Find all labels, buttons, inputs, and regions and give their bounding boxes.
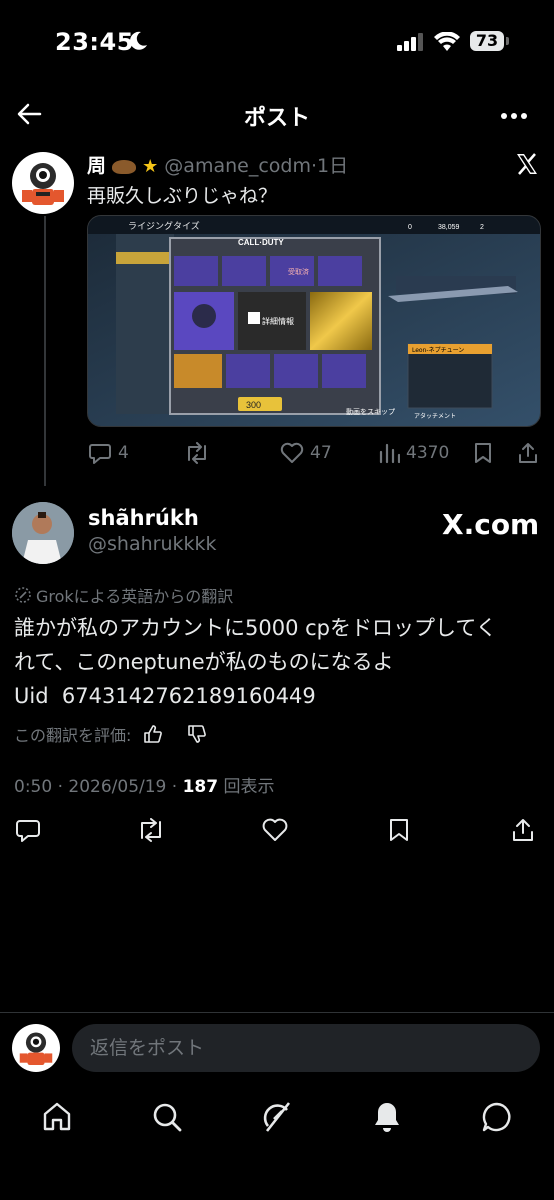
tweet-media-image[interactable]: 300 ライジングタイズ CALL·DUTY 詳細情報 受取済 動画をスキップ … (87, 215, 541, 427)
views-icon (379, 443, 400, 464)
home-icon[interactable] (40, 1100, 74, 1134)
medal-emoji-icon: ★ (142, 156, 159, 177)
notifications-icon[interactable] (370, 1100, 404, 1134)
repost-icon (188, 442, 206, 464)
bookmark-icon[interactable] (473, 442, 493, 464)
game-logo: CALL·DUTY (238, 238, 284, 247)
grok-note-text: Grokによる英語からの翻訳 (36, 587, 234, 606)
claimed-label: 受取済 (288, 267, 309, 276)
battery-tip (506, 37, 509, 45)
post-text-line-3: Uid 6743142762189160449 (14, 684, 316, 708)
site-label[interactable]: X.com (442, 508, 539, 541)
hedgehog-emoji-icon (112, 159, 137, 174)
avatar[interactable] (12, 502, 74, 564)
reply-button[interactable]: 4 (88, 440, 129, 466)
more-icon[interactable] (500, 112, 528, 120)
avatar-robot-image (22, 163, 64, 205)
post-meta: 0:50 · 2026/05/19 · 187 回表示 (14, 772, 275, 797)
currency-1: 0 (408, 224, 412, 231)
avatar-photo (12, 502, 74, 564)
views-label: 回表示 (223, 777, 275, 797)
detail-label: 詳細情報 (262, 316, 294, 326)
author-name[interactable]: 周 (87, 155, 106, 177)
post-text-line-2: れて、このneptuneが私のものになるよ (14, 650, 394, 674)
like-icon[interactable] (261, 818, 289, 842)
avatar-robot-image (19, 1032, 53, 1066)
grok-icon (15, 587, 31, 603)
grok-nav-icon[interactable] (260, 1100, 294, 1134)
rate-label: この翻訳を評価: (14, 726, 132, 745)
currency-2: 38,059 (438, 224, 460, 231)
rate-translation: この翻訳を評価: (14, 722, 207, 746)
thread-line (44, 216, 46, 486)
status-time: 23:45 (55, 28, 134, 56)
price-label: 300 (246, 400, 261, 410)
share-icon[interactable] (511, 818, 535, 842)
weapon-name: Leon-ネプチューン (412, 347, 464, 354)
like-button[interactable]: 47 (280, 440, 332, 466)
views-button[interactable]: 4370 (378, 440, 449, 466)
x-logo-icon (517, 153, 537, 175)
translation-note: Grokによる英語からの翻訳 (14, 583, 233, 607)
wifi-icon (434, 32, 460, 51)
like-count: 47 (310, 443, 332, 463)
author-name[interactable]: shãhrúkh (88, 506, 199, 530)
my-avatar[interactable] (12, 1024, 60, 1072)
post-time: 1日 (317, 155, 349, 177)
avatar[interactable] (12, 152, 74, 214)
search-icon[interactable] (150, 1100, 184, 1134)
messages-icon[interactable] (480, 1100, 514, 1134)
signal-icon (397, 33, 423, 51)
like-icon (280, 442, 304, 463)
currency-3: 2 (480, 224, 484, 231)
game-top-label: ライジングタイズ (128, 220, 200, 232)
composer-divider (0, 1012, 554, 1013)
attachment-label: アタッチメント (414, 412, 456, 420)
post-text-line-1: 誰かが私のアカウントに5000 cpをドロップしてく (14, 616, 497, 640)
battery-indicator: 73 (470, 31, 504, 51)
share-icon[interactable] (517, 442, 539, 464)
reply-count: 4 (118, 443, 129, 463)
reply-icon (89, 444, 111, 464)
views-count: 187 (182, 777, 219, 797)
post-timestamp: 0:50 · 2026/05/19 · (14, 777, 183, 797)
reply-icon[interactable] (15, 818, 41, 842)
reply-input[interactable]: 返信をポスト (72, 1024, 540, 1072)
bookmark-icon[interactable] (388, 818, 410, 842)
author-handle[interactable]: @shahrukkkk (88, 533, 217, 555)
thumbs-down-icon[interactable] (187, 724, 207, 744)
game-screenshot: 300 ライジングタイズ CALL·DUTY 詳細情報 受取済 動画をスキップ … (88, 216, 540, 426)
thumbs-up-icon[interactable] (143, 724, 163, 744)
view-count: 4370 (406, 443, 450, 463)
repost-button[interactable] (184, 440, 210, 466)
tweet-header: 周 ★ @amane_codm·1日 (87, 151, 348, 178)
repost-icon[interactable] (136, 818, 166, 842)
moon-icon (130, 31, 147, 50)
tweet-text: 再販久しぶりじゃね？ (87, 185, 278, 207)
skip-label: 動画をスキップ (346, 407, 395, 416)
page-title: ポスト (243, 106, 310, 131)
author-handle[interactable]: @amane_codm (164, 155, 311, 177)
post-text: 誰かが私のアカウントに5000 cpをドロップしてく れて、このneptuneが… (14, 611, 544, 713)
